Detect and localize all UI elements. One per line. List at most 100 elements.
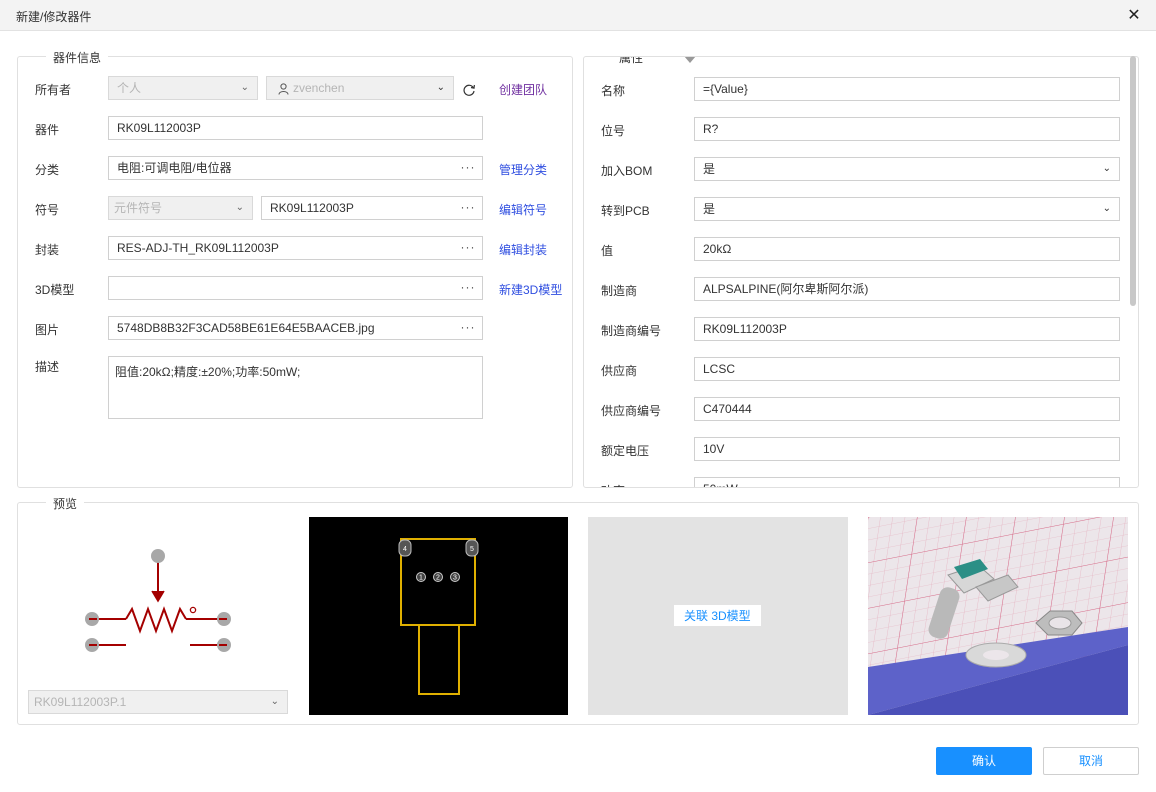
- owner-type-select[interactable]: 个人 ⌄: [108, 76, 258, 100]
- image-label: 图片: [35, 323, 60, 337]
- image-value: 5748DB8B32F3CAD58BE61E64E5BAACEB.jpg: [117, 321, 375, 335]
- triangle-down-icon[interactable]: [684, 56, 696, 63]
- property-label: 制造商编号: [601, 324, 662, 338]
- owner-user-value: zvenchen: [293, 81, 345, 95]
- confirm-button[interactable]: 确认: [936, 747, 1032, 775]
- property-value: 是: [703, 162, 716, 176]
- user-icon: [278, 83, 289, 95]
- model3d-label: 3D模型: [35, 283, 75, 297]
- symbol-input[interactable]: RK09L112003P ···: [261, 196, 483, 220]
- footprint-preview: 4 5 1 2 3: [309, 517, 568, 715]
- property-label: 额定电压: [601, 444, 650, 458]
- symbol-variant-value: RK09L112003P.1: [34, 695, 127, 709]
- property-input[interactable]: ALPSALPINE(阿尔卑斯阿尔派): [694, 277, 1120, 301]
- ellipsis-icon[interactable]: ···: [454, 197, 482, 219]
- product-photo-image: [868, 517, 1128, 715]
- property-label: 转到PCB: [601, 204, 650, 218]
- edit-symbol-link[interactable]: 编辑符号: [499, 201, 547, 218]
- model3d-preview: 关联 3D模型: [588, 517, 848, 715]
- category-value: 电阻:可调电阻/电位器: [117, 161, 232, 175]
- property-label: 制造商: [601, 284, 638, 298]
- property-input[interactable]: C470444: [694, 397, 1120, 421]
- footprint-drawing: 4 5 1 2 3: [398, 538, 479, 695]
- property-select[interactable]: 是 ⌄: [694, 157, 1120, 181]
- dialog-title: 新建/修改器件: [16, 10, 92, 24]
- property-select[interactable]: 是 ⌄: [694, 197, 1120, 221]
- ellipsis-icon[interactable]: ···: [454, 237, 482, 259]
- chevron-down-icon: ⌄: [270, 696, 279, 707]
- description-value: 阻值:20kΩ;精度:±20%;功率:50mW;: [115, 365, 301, 379]
- product-photo: [868, 517, 1128, 715]
- property-value: 10V: [703, 442, 725, 456]
- component-value: RK09L112003P: [117, 121, 201, 135]
- footprint-value: RES-ADJ-TH_RK09L112003P: [117, 241, 279, 255]
- property-label: 值: [601, 244, 614, 258]
- chevron-down-icon: ⌄: [436, 82, 445, 93]
- property-label: 位号: [601, 124, 626, 138]
- symbol-value: RK09L112003P: [270, 201, 354, 215]
- property-value: 20kΩ: [703, 242, 732, 256]
- property-value: R?: [703, 122, 719, 136]
- symbol-type-select[interactable]: 元件符号 ⌄: [108, 196, 253, 220]
- schematic-preview: [28, 517, 288, 687]
- pin-label: 3: [453, 575, 457, 582]
- model3d-input[interactable]: ···: [108, 276, 483, 300]
- footprint-input[interactable]: RES-ADJ-TH_RK09L112003P ···: [108, 236, 483, 260]
- manage-category-link[interactable]: 管理分类: [499, 161, 547, 178]
- owner-label: 所有者: [35, 83, 72, 97]
- chevron-down-icon: ⌄: [235, 202, 244, 213]
- property-value: C470444: [703, 402, 752, 416]
- new-3d-model-link[interactable]: 新建3D模型: [499, 281, 562, 298]
- component-input[interactable]: RK09L112003P: [108, 116, 483, 140]
- create-team-link[interactable]: 创建团队: [499, 81, 547, 98]
- edit-footprint-link[interactable]: 编辑封装: [499, 241, 547, 258]
- property-input[interactable]: 50mW: [694, 477, 1120, 487]
- property-label: 供应商: [601, 364, 638, 378]
- symbol-variant-select[interactable]: RK09L112003P.1 ⌄: [28, 690, 288, 714]
- properties-legend: 属性: [612, 57, 651, 66]
- category-label: 分类: [35, 163, 60, 177]
- properties-group: 属性 名称 ={Value} 位号 R? 加入BOM 是 ⌄ 转到PCB 是 ⌄ 值 20kΩ 制造商 A…: [583, 56, 1139, 488]
- symbol-label: 符号: [35, 203, 60, 217]
- property-input[interactable]: 20kΩ: [694, 237, 1120, 261]
- property-value: LCSC: [703, 362, 736, 376]
- property-value: RK09L112003P: [703, 322, 787, 336]
- property-input[interactable]: LCSC: [694, 357, 1120, 381]
- property-input[interactable]: RK09L112003P: [694, 317, 1120, 341]
- chevron-down-icon: ⌄: [1102, 203, 1111, 214]
- chevron-down-icon: ⌄: [1102, 163, 1111, 174]
- component-label: 器件: [35, 123, 60, 137]
- ellipsis-icon[interactable]: ···: [454, 317, 482, 339]
- pin-label: 1: [419, 575, 423, 582]
- property-label: 名称: [601, 84, 626, 98]
- property-value: ={Value}: [703, 82, 748, 96]
- category-input[interactable]: 电阻:可调电阻/电位器 ···: [108, 156, 483, 180]
- property-label: 加入BOM: [601, 164, 653, 178]
- property-input[interactable]: R?: [694, 117, 1120, 141]
- property-label: 功率: [601, 482, 625, 487]
- preview-legend: 预览: [46, 495, 85, 512]
- pin-label: 5: [470, 546, 474, 553]
- dialog-titlebar: 新建/修改器件 ✕: [0, 0, 1156, 31]
- refresh-icon[interactable]: [462, 83, 476, 97]
- footprint-label: 封装: [35, 243, 60, 257]
- component-info-legend: 器件信息: [46, 49, 109, 66]
- owner-user-select[interactable]: zvenchen ⌄: [266, 76, 454, 100]
- link-3d-model-button[interactable]: 关联 3D模型: [674, 605, 761, 626]
- pin-label: 4: [403, 546, 407, 553]
- property-value: 50mW: [703, 482, 738, 487]
- cancel-button[interactable]: 取消: [1043, 747, 1139, 775]
- property-value: ALPSALPINE(阿尔卑斯阿尔派): [703, 282, 869, 296]
- pin-label: 2: [436, 575, 440, 582]
- ellipsis-icon[interactable]: ···: [454, 157, 482, 179]
- potentiometer-symbol: [85, 549, 231, 652]
- property-input[interactable]: ={Value}: [694, 77, 1120, 101]
- property-input[interactable]: 10V: [694, 437, 1120, 461]
- ellipsis-icon[interactable]: ···: [454, 277, 482, 299]
- property-value: 是: [703, 202, 716, 216]
- close-icon[interactable]: ✕: [1126, 5, 1142, 25]
- properties-scroll-thumb[interactable]: [1130, 56, 1136, 306]
- image-input[interactable]: 5748DB8B32F3CAD58BE61E64E5BAACEB.jpg ···: [108, 316, 483, 340]
- owner-type-value: 个人: [117, 81, 142, 95]
- description-textarea[interactable]: 阻值:20kΩ;精度:±20%;功率:50mW;: [108, 356, 483, 419]
